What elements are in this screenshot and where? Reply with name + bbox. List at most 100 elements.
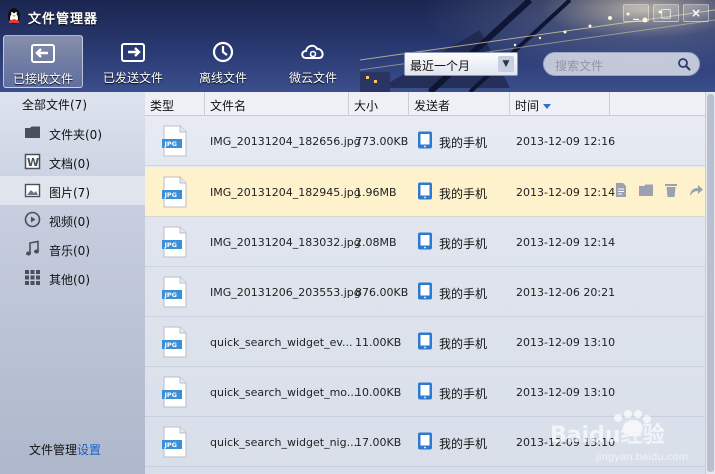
offline-files-icon bbox=[212, 41, 234, 63]
music-icon bbox=[26, 240, 39, 256]
file-time: 2013-12-06 20:21 bbox=[516, 286, 616, 299]
file-sender: 我的手机 bbox=[439, 337, 488, 351]
file-manager-settings: 文件管理设置 bbox=[29, 441, 101, 458]
settings-link[interactable]: 设置 bbox=[77, 443, 101, 457]
table-row[interactable]: JPG quick_search_widget_ev... 11.00KB 我的手机 2… bbox=[145, 317, 705, 367]
file-time: 2013-12-09 13:10 bbox=[516, 336, 616, 349]
sidebar-item-label: 文档(0) bbox=[49, 157, 90, 171]
column-header-type[interactable]: 类型 bbox=[145, 92, 205, 116]
sidebar-item-videos[interactable]: 视频(0) bbox=[0, 205, 145, 234]
file-time: 2013-12-09 12:14 bbox=[516, 236, 616, 249]
phone-icon bbox=[418, 131, 432, 149]
maximize-button[interactable]: □ bbox=[653, 4, 679, 22]
file-sender: 我的手机 bbox=[439, 287, 488, 301]
column-header-filename[interactable]: 文件名 bbox=[205, 92, 349, 116]
tab-weiyun-files[interactable]: 微云文件 bbox=[268, 35, 358, 88]
jpg-file-icon: JPG bbox=[162, 276, 187, 308]
jpg-file-icon: JPG bbox=[162, 176, 187, 208]
jpg-badge-text: JPG bbox=[164, 291, 178, 299]
svg-text:W: W bbox=[27, 156, 39, 169]
table-row[interactable]: JPG IMG_20131204_182656.jpg 773.00KB 我的手机 20… bbox=[145, 116, 705, 166]
jpg-badge-text: JPG bbox=[164, 341, 178, 349]
delete-icon[interactable] bbox=[663, 182, 679, 198]
column-header-size[interactable]: 大小 bbox=[349, 92, 409, 116]
window-title: 文件管理器 bbox=[28, 12, 99, 27]
jpg-badge-text: JPG bbox=[164, 140, 178, 148]
sidebar-item-documents[interactable]: W 文档(0) bbox=[0, 147, 145, 176]
column-header-sender[interactable]: 发送者 bbox=[409, 92, 510, 116]
file-sender: 我的手机 bbox=[439, 187, 488, 201]
file-sender: 我的手机 bbox=[439, 387, 488, 401]
weiyun-cloud-icon bbox=[301, 44, 324, 59]
table-row[interactable]: JPG IMG_20131204_183032.jpg 2.08MB 我的手机 2013… bbox=[145, 217, 705, 267]
time-range-value: 最近一个月 bbox=[410, 59, 471, 73]
sidebar-item-all-files[interactable]: 全部文件(7) bbox=[22, 96, 87, 113]
sidebar-item-other[interactable]: 其他(0) bbox=[0, 263, 145, 292]
column-header-time[interactable]: 时间 bbox=[510, 92, 610, 116]
folder-icon bbox=[25, 126, 40, 138]
jpg-file-icon: JPG bbox=[162, 376, 187, 408]
jpg-file-icon: JPG bbox=[162, 125, 187, 157]
sent-files-icon bbox=[121, 43, 145, 62]
sidebar-item-label: 其他(0) bbox=[49, 273, 90, 287]
banner: 文件管理器 _ □ × 已接收文件 已发送文件 离线文件 微云文件 最近一个月 … bbox=[0, 0, 715, 92]
watermark-logo-text: Baidu经验 bbox=[550, 422, 665, 448]
file-name: quick_search_widget_ev... bbox=[210, 336, 353, 349]
other-grid-icon bbox=[25, 270, 40, 285]
row-actions bbox=[613, 182, 704, 198]
toolbar-tabs: 已接收文件 已发送文件 离线文件 微云文件 bbox=[0, 35, 358, 89]
file-name: IMG_20131204_182945.jpg bbox=[210, 186, 361, 199]
tab-label: 已发送文件 bbox=[102, 71, 163, 85]
file-time: 2013-12-09 12:16 bbox=[516, 135, 616, 148]
sidebar-item-folders[interactable]: 文件夹(0) bbox=[0, 118, 145, 147]
tab-offline-files[interactable]: 离线文件 bbox=[178, 35, 268, 88]
phone-icon bbox=[418, 232, 432, 250]
sidebar-item-pictures[interactable]: 图片(7) bbox=[0, 176, 145, 205]
table-row[interactable]: JPG IMG_20131206_203553.jpg 876.00KB 我的手机 20… bbox=[145, 267, 705, 317]
table-header: 类型 文件名 大小 发送者 时间 bbox=[145, 92, 715, 116]
jpg-file-icon: JPG bbox=[162, 326, 187, 358]
phone-icon bbox=[418, 382, 432, 400]
open-folder-icon[interactable] bbox=[638, 182, 654, 198]
search-icon[interactable] bbox=[677, 57, 691, 71]
sidebar-item-label: 图片(7) bbox=[49, 186, 90, 200]
file-size: 773.00KB bbox=[355, 135, 409, 148]
jpg-file-icon: JPG bbox=[162, 426, 187, 458]
minimize-button[interactable]: _ bbox=[623, 4, 649, 22]
jpg-file-icon: JPG bbox=[162, 226, 187, 258]
search-placeholder: 搜索文件 bbox=[555, 59, 604, 73]
title-bar: 文件管理器 _ □ × bbox=[0, 0, 715, 30]
column-header-time-label: 时间 bbox=[515, 99, 540, 113]
file-name: IMG_20131204_183032.jpg bbox=[210, 236, 361, 249]
file-size: 1.96MB bbox=[355, 186, 397, 199]
jpg-badge-text: JPG bbox=[164, 441, 178, 449]
sidebar-item-label: 文件夹(0) bbox=[49, 128, 102, 142]
file-name: IMG_20131206_203553.jpg bbox=[210, 286, 361, 299]
file-sender: 我的手机 bbox=[439, 437, 488, 451]
jpg-badge-text: JPG bbox=[164, 191, 178, 199]
file-time: 2013-12-09 13:10 bbox=[516, 386, 616, 399]
tab-received-files[interactable]: 已接收文件 bbox=[3, 35, 83, 88]
search-input[interactable]: 搜索文件 bbox=[543, 52, 700, 76]
sidebar: 全部文件(7) 文件夹(0) W 文档(0) 图片(7) 视频(0) 音乐(0)… bbox=[0, 92, 145, 474]
file-sender: 我的手机 bbox=[439, 237, 488, 251]
tab-sent-files[interactable]: 已发送文件 bbox=[88, 35, 178, 88]
file-size: 10.00KB bbox=[355, 386, 402, 399]
table-row[interactable]: JPG IMG_20131204_182945.jpg 1.96MB 我的手机 2013… bbox=[145, 167, 705, 217]
file-size: 2.08MB bbox=[355, 236, 397, 249]
phone-icon bbox=[418, 432, 432, 450]
file-name: quick_search_widget_nig... bbox=[210, 436, 358, 449]
jpg-badge-text: JPG bbox=[164, 391, 178, 399]
forward-icon[interactable] bbox=[688, 182, 704, 198]
close-button[interactable]: × bbox=[683, 4, 709, 22]
time-range-select[interactable]: 最近一个月 ▼ bbox=[404, 52, 518, 76]
open-file-icon[interactable] bbox=[613, 182, 629, 198]
file-sender: 我的手机 bbox=[439, 136, 488, 150]
sidebar-item-label: 音乐(0) bbox=[49, 244, 90, 258]
sidebar-item-music[interactable]: 音乐(0) bbox=[0, 234, 145, 263]
video-icon bbox=[24, 211, 41, 228]
file-time: 2013-12-09 12:14 bbox=[516, 186, 616, 199]
baidu-jingyan-watermark: Baidu经验 jingyan.baidu.com bbox=[550, 410, 688, 463]
tab-label: 离线文件 bbox=[198, 71, 247, 85]
scrollbar-thumb[interactable] bbox=[707, 94, 714, 472]
